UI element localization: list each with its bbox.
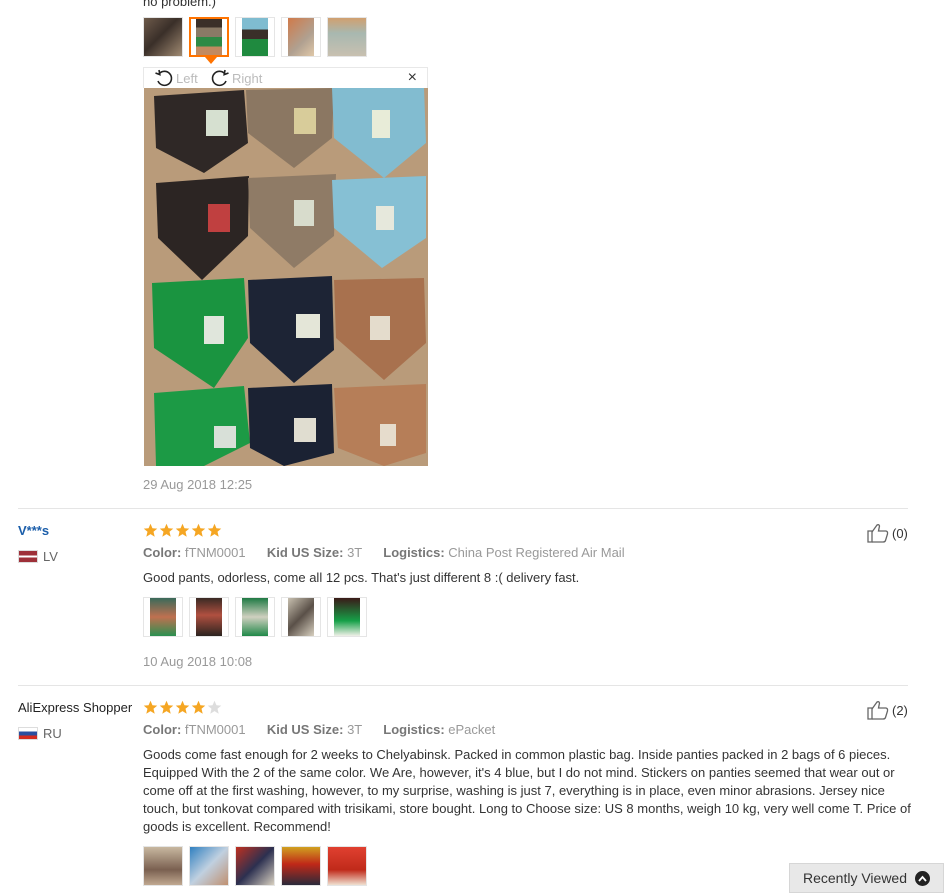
rotate-right-icon bbox=[211, 69, 229, 87]
review-order-info: Color: fTNM0001 Kid US Size: 3T Logistic… bbox=[143, 545, 625, 560]
russia-flag-icon bbox=[18, 727, 38, 740]
review-photo-strip bbox=[143, 846, 367, 886]
size-value: 3T bbox=[347, 722, 362, 737]
review-date: 29 Aug 2018 12:25 bbox=[143, 477, 253, 492]
thumbs-up-icon bbox=[867, 524, 889, 543]
rotate-left-icon bbox=[155, 69, 173, 87]
close-viewer-button[interactable]: × bbox=[408, 69, 417, 87]
star-filled-icon bbox=[175, 523, 190, 537]
review-photo-thumb[interactable] bbox=[189, 846, 229, 886]
image-viewer-toolbar: Left Right × bbox=[143, 67, 428, 88]
review-divider bbox=[18, 508, 908, 509]
logistics-label: Logistics: bbox=[383, 722, 445, 737]
review-photo-thumb[interactable] bbox=[143, 846, 183, 886]
reviewer-country: RU bbox=[18, 726, 62, 741]
reviewer-country: LV bbox=[18, 549, 58, 564]
viewer-pointer bbox=[205, 57, 217, 64]
rotate-left-button[interactable]: Left bbox=[154, 68, 198, 88]
logistics-value: ePacket bbox=[448, 722, 496, 737]
star-filled-icon bbox=[143, 700, 158, 714]
helpful-button[interactable]: (0) bbox=[866, 522, 908, 544]
review-photo-thumb[interactable] bbox=[235, 846, 275, 886]
star-filled-icon bbox=[143, 523, 158, 537]
recently-viewed-label: Recently Viewed bbox=[802, 870, 908, 886]
review-photo-thumb[interactable] bbox=[327, 17, 367, 57]
size-value: 3T bbox=[347, 545, 362, 560]
review-text: Goods come fast enough for 2 weeks to Ch… bbox=[143, 747, 911, 834]
review-photo-thumb[interactable] bbox=[281, 846, 321, 886]
star-empty-icon bbox=[207, 700, 222, 714]
color-value: fTNM0001 bbox=[184, 722, 246, 737]
star-filled-icon bbox=[191, 700, 206, 714]
star-filled-icon bbox=[207, 523, 222, 537]
review-photo-thumb[interactable] bbox=[327, 846, 367, 886]
review-photo-thumb[interactable] bbox=[235, 17, 275, 57]
review-photo-thumb[interactable] bbox=[327, 597, 367, 637]
reviewer-name[interactable]: V***s bbox=[18, 523, 49, 538]
helpful-button[interactable]: (2) bbox=[866, 699, 908, 721]
review-photo-strip bbox=[143, 597, 367, 637]
underwear-photo-image bbox=[144, 88, 428, 466]
rotate-right-button[interactable]: Right bbox=[210, 68, 262, 88]
logistics-label: Logistics: bbox=[383, 545, 445, 560]
size-label: Kid US Size: bbox=[266, 722, 344, 737]
review-photo-thumb[interactable] bbox=[281, 17, 321, 57]
review-order-info: Color: fTNM0001 Kid US Size: 3T Logistic… bbox=[143, 722, 495, 737]
thumbs-up-icon bbox=[867, 701, 889, 720]
star-filled-icon bbox=[191, 523, 206, 537]
review-date: 10 Aug 2018 10:08 bbox=[143, 654, 253, 669]
star-filled-icon bbox=[159, 700, 174, 714]
review-text: Good pants, odorless, come all 12 pcs. T… bbox=[143, 570, 580, 585]
color-label: Color: bbox=[143, 722, 182, 737]
star-filled-icon bbox=[175, 700, 190, 714]
review-photo-thumb[interactable] bbox=[189, 597, 229, 637]
reviewer-name: AliExpress Shopper bbox=[18, 700, 133, 715]
size-label: Kid US Size: bbox=[266, 545, 344, 560]
review-photo-thumb[interactable] bbox=[281, 597, 321, 637]
review-text-fragment: no problem.) bbox=[143, 0, 216, 9]
star-filled-icon bbox=[159, 523, 174, 537]
review-photo-thumb[interactable] bbox=[143, 597, 183, 637]
star-rating bbox=[143, 523, 222, 538]
helpful-count: (0) bbox=[892, 525, 908, 541]
review-photo-thumb[interactable] bbox=[143, 17, 183, 57]
enlarged-review-photo bbox=[144, 88, 428, 466]
country-code: LV bbox=[43, 549, 58, 564]
color-label: Color: bbox=[143, 545, 182, 560]
color-value: fTNM0001 bbox=[184, 545, 246, 560]
helpful-count: (2) bbox=[892, 702, 908, 718]
review-photo-thumb[interactable] bbox=[235, 597, 275, 637]
chevron-up-icon bbox=[915, 870, 931, 886]
rotate-right-label: Right bbox=[232, 70, 263, 86]
recently-viewed-button[interactable]: Recently Viewed bbox=[789, 863, 944, 893]
review-photo-thumb-selected[interactable] bbox=[189, 17, 229, 57]
star-rating bbox=[143, 700, 222, 715]
logistics-value: China Post Registered Air Mail bbox=[448, 545, 625, 560]
latvia-flag-icon bbox=[18, 550, 38, 563]
review-divider bbox=[18, 685, 908, 686]
rotate-left-label: Left bbox=[176, 70, 198, 86]
country-code: RU bbox=[43, 726, 62, 741]
review-photo-strip bbox=[143, 17, 367, 57]
